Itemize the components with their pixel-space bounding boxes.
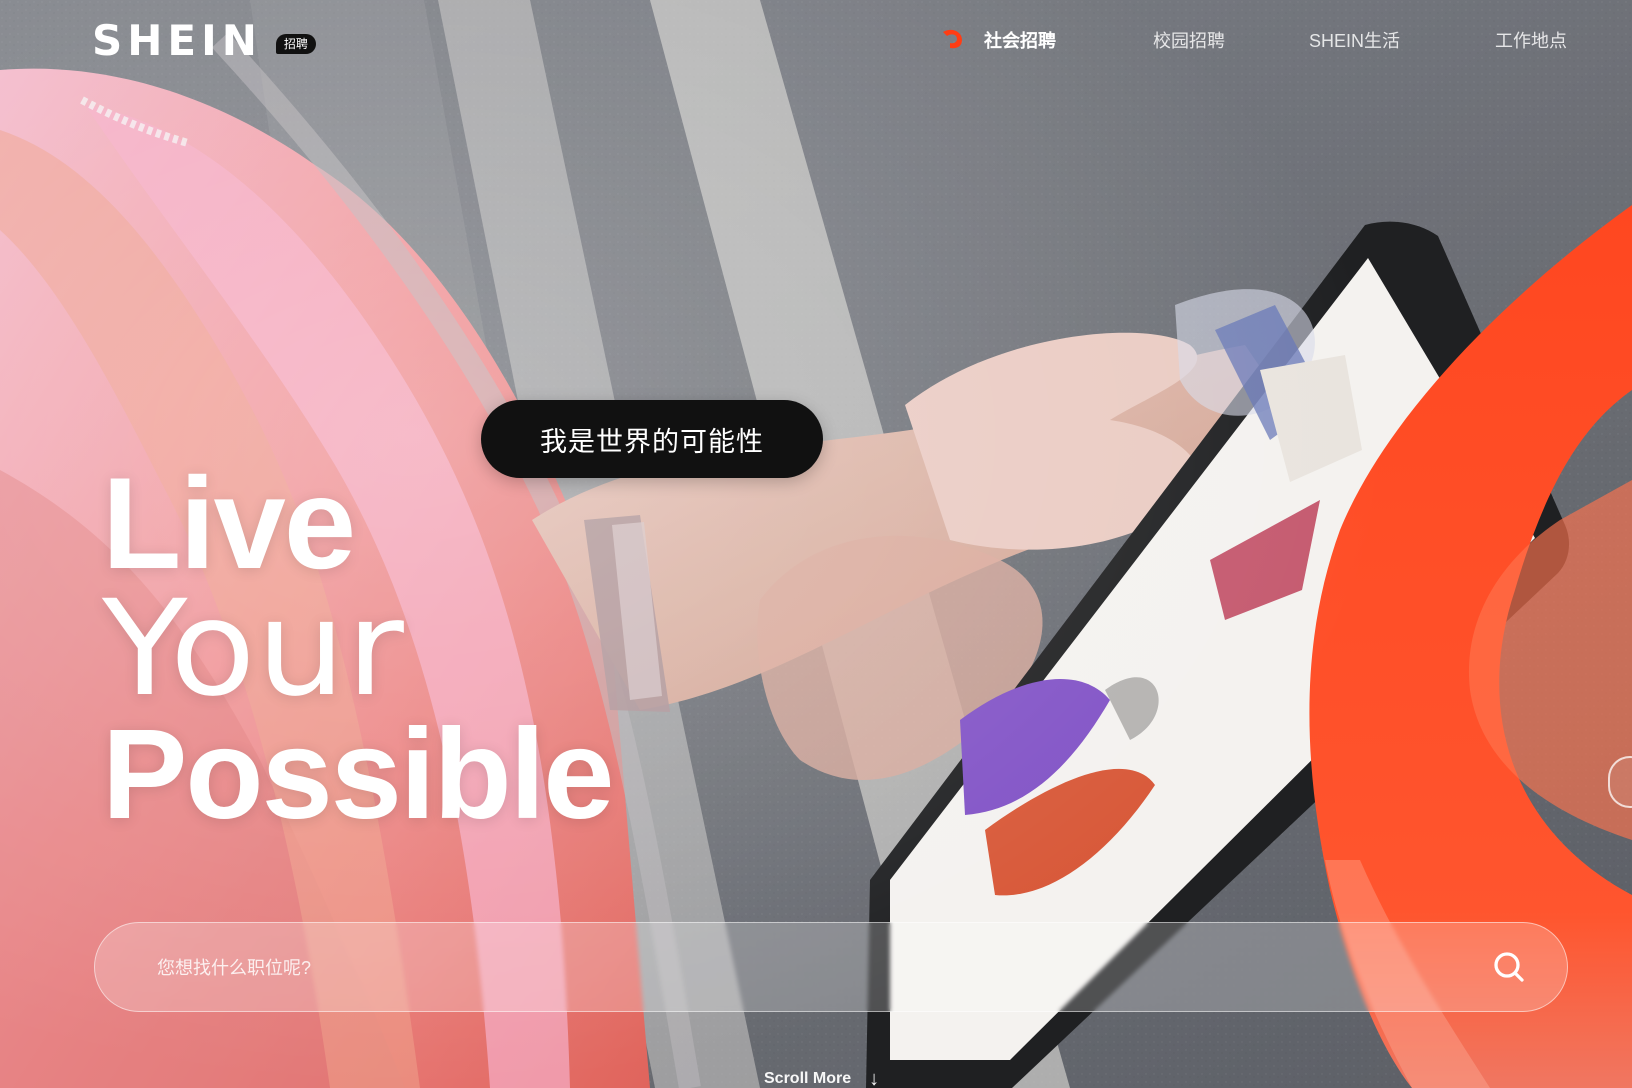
headline-line-possible: Possible — [102, 703, 614, 847]
nav-campus-recruitment[interactable]: 校园招聘 — [1153, 28, 1225, 54]
top-navbar: SHEIN 招聘 社会招聘 校园招聘 SHEIN生活 工作地点 — [0, 0, 1632, 80]
job-search-bar[interactable] — [94, 922, 1568, 1013]
scroll-more-link[interactable]: Scroll More ↓ — [764, 1068, 880, 1088]
nav-social-recruitment[interactable]: 社会招聘 — [943, 28, 1056, 54]
arrow-down-icon: ↓ — [869, 1068, 880, 1088]
hero-section: SHEIN 招聘 社会招聘 校园招聘 SHEIN生活 工作地点 我是世界的可能性 — [0, 0, 1632, 1088]
nav-label: 社会招聘 — [984, 31, 1056, 51]
nav-shein-life[interactable]: SHEIN生活 — [1309, 28, 1400, 54]
job-search-input[interactable] — [155, 923, 1449, 1013]
main-navigation: 社会招聘 校园招聘 SHEIN生活 工作地点 — [0, 28, 1632, 56]
search-icon — [1494, 952, 1524, 982]
headline-line-your: Your — [102, 572, 405, 727]
scroll-more-label: Scroll More — [764, 1070, 852, 1087]
active-indicator-icon — [943, 29, 962, 49]
nav-label: 校园招聘 — [1153, 31, 1225, 51]
hero-headline: Live Your Possible — [102, 450, 614, 847]
search-button[interactable] — [1489, 947, 1529, 987]
nav-work-locations[interactable]: 工作地点 — [1495, 28, 1567, 54]
nav-label: 工作地点 — [1495, 31, 1567, 51]
headline-line-live: Live — [102, 450, 356, 597]
bubble-text: 我是世界的可能性 — [540, 426, 764, 457]
nav-label: SHEIN生活 — [1309, 31, 1401, 51]
